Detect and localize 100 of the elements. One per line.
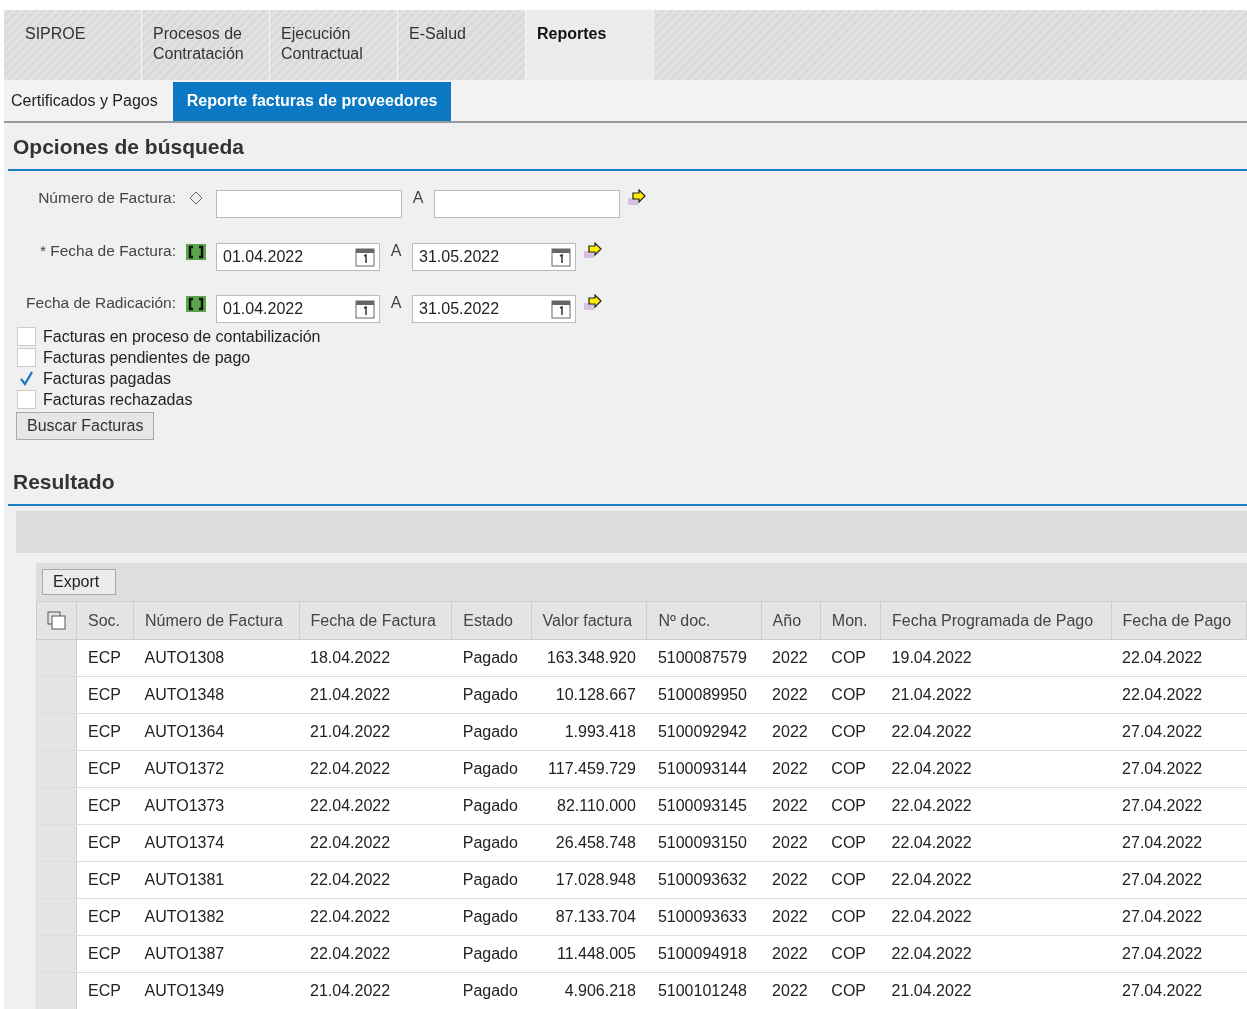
table-cell: 5100093632 (646, 861, 762, 899)
table-cell: Pagado (451, 898, 532, 936)
table-cell: AUTO1372 (133, 750, 299, 788)
table-cell: COP (820, 750, 881, 788)
column-header[interactable]: Soc. (76, 601, 134, 640)
table-cell: 2022 (761, 824, 821, 862)
range-label: A (389, 242, 403, 260)
table-cell: 4.906.218 (531, 972, 647, 1009)
table-cell: AUTO1387 (133, 935, 299, 973)
table-cell: AUTO1348 (133, 676, 299, 714)
table-cell: AUTO1349 (133, 972, 299, 1009)
column-header[interactable]: Nº doc. (646, 601, 762, 640)
checkbox-label: Facturas pendientes de pago (43, 348, 251, 367)
row-selector[interactable] (36, 713, 77, 751)
table-cell: Pagado (451, 824, 532, 862)
table-cell: 22.04.2022 (299, 861, 452, 899)
table-cell: 22.04.2022 (880, 824, 1112, 862)
search-button[interactable]: Buscar Facturas (16, 412, 155, 440)
table-cell: ECP (76, 787, 134, 825)
row-selector[interactable] (36, 787, 77, 825)
sub-tab[interactable]: Certificados y Pagos (4, 80, 173, 121)
table-cell: AUTO1373 (133, 787, 299, 825)
column-header[interactable]: Fecha de Pago (1111, 601, 1247, 640)
table-cell: COP (820, 972, 881, 1009)
table-cell: 22.04.2022 (1111, 639, 1247, 677)
table-cell: 2022 (761, 750, 821, 788)
column-header[interactable]: Mon. (820, 601, 881, 640)
calendar-icon (551, 299, 571, 319)
table-cell: 2022 (761, 935, 821, 973)
table-cell: 11.448.005 (531, 935, 647, 973)
row-selector[interactable] (36, 898, 77, 936)
nav-tab[interactable]: Reportes (526, 10, 654, 80)
table-cell: COP (820, 787, 881, 825)
table-cell: ECP (76, 713, 134, 751)
range-icon (186, 296, 206, 312)
table-cell: 1.993.418 (531, 713, 647, 751)
date-field[interactable]: 01.04.2022 (216, 243, 380, 271)
table-cell: 27.04.2022 (1111, 713, 1247, 751)
arrow-icon (584, 294, 602, 310)
section-title: Resultado (13, 470, 115, 493)
row-selector[interactable] (36, 972, 77, 1009)
sub-tab[interactable]: Reporte facturas de proveedores (172, 82, 452, 121)
table-cell: Pagado (451, 676, 532, 714)
date-field[interactable]: 31.05.2022 (412, 243, 576, 271)
row-selector[interactable] (36, 935, 77, 973)
input-field[interactable] (216, 190, 402, 218)
table-cell: 2022 (761, 972, 821, 1009)
checkbox[interactable] (17, 327, 36, 346)
table-cell: 5100094918 (646, 935, 762, 973)
table-cell: AUTO1374 (133, 824, 299, 862)
table-cell: Pagado (451, 972, 532, 1009)
table-cell: 117.459.729 (531, 750, 647, 788)
table-cell: 2022 (761, 713, 821, 751)
calendar-icon (355, 247, 375, 267)
column-header[interactable]: Valor factura (531, 601, 647, 640)
column-header[interactable]: Fecha Programada de Pago (880, 601, 1112, 640)
table-cell: 22.04.2022 (299, 935, 452, 973)
table-cell: COP (820, 713, 881, 751)
table-cell: Pagado (451, 861, 532, 899)
table-cell: AUTO1364 (133, 713, 299, 751)
table-cell: 21.04.2022 (299, 972, 452, 1009)
table-cell: COP (820, 676, 881, 714)
table-cell: 87.133.704 (531, 898, 647, 936)
row-selector[interactable] (36, 676, 77, 714)
arrow-icon (584, 242, 602, 258)
table-cell: ECP (76, 898, 134, 936)
row-selector[interactable] (36, 639, 77, 677)
date-field[interactable]: 01.04.2022 (216, 295, 380, 323)
table-cell: ECP (76, 935, 134, 973)
table-cell: 21.04.2022 (299, 676, 452, 714)
table-cell: COP (820, 824, 881, 862)
column-header[interactable]: Fecha de Factura (299, 601, 452, 640)
input-field[interactable] (434, 190, 620, 218)
table-cell: 27.04.2022 (1111, 750, 1247, 788)
table-cell: Pagado (451, 639, 532, 677)
table-cell: 17.028.948 (531, 861, 647, 899)
table-cell: 2022 (761, 676, 821, 714)
checkbox[interactable] (17, 390, 36, 409)
date-field[interactable]: 31.05.2022 (412, 295, 576, 323)
table-cell: ECP (76, 639, 134, 677)
table-cell: 27.04.2022 (1111, 787, 1247, 825)
table-cell: 22.04.2022 (299, 898, 452, 936)
table-cell: 22.04.2022 (299, 787, 452, 825)
column-header[interactable]: Año (761, 601, 821, 640)
table-cell: 18.04.2022 (299, 639, 452, 677)
row-selector[interactable] (36, 861, 77, 899)
table-cell: ECP (76, 676, 134, 714)
column-header[interactable]: Número de Factura (133, 601, 299, 640)
table-cell: COP (820, 935, 881, 973)
row-selector[interactable] (36, 750, 77, 788)
column-header[interactable]: Estado (451, 601, 532, 640)
table-cell: 2022 (761, 787, 821, 825)
export-button[interactable]: Export (42, 569, 117, 595)
table-cell: 2022 (761, 861, 821, 899)
row-selector[interactable] (36, 824, 77, 862)
table-cell: 5100093633 (646, 898, 762, 936)
checkbox[interactable] (17, 348, 36, 367)
table-cell: 22.04.2022 (1111, 676, 1247, 714)
table-cell: 27.04.2022 (1111, 824, 1247, 862)
table-cell: 27.04.2022 (1111, 935, 1247, 973)
